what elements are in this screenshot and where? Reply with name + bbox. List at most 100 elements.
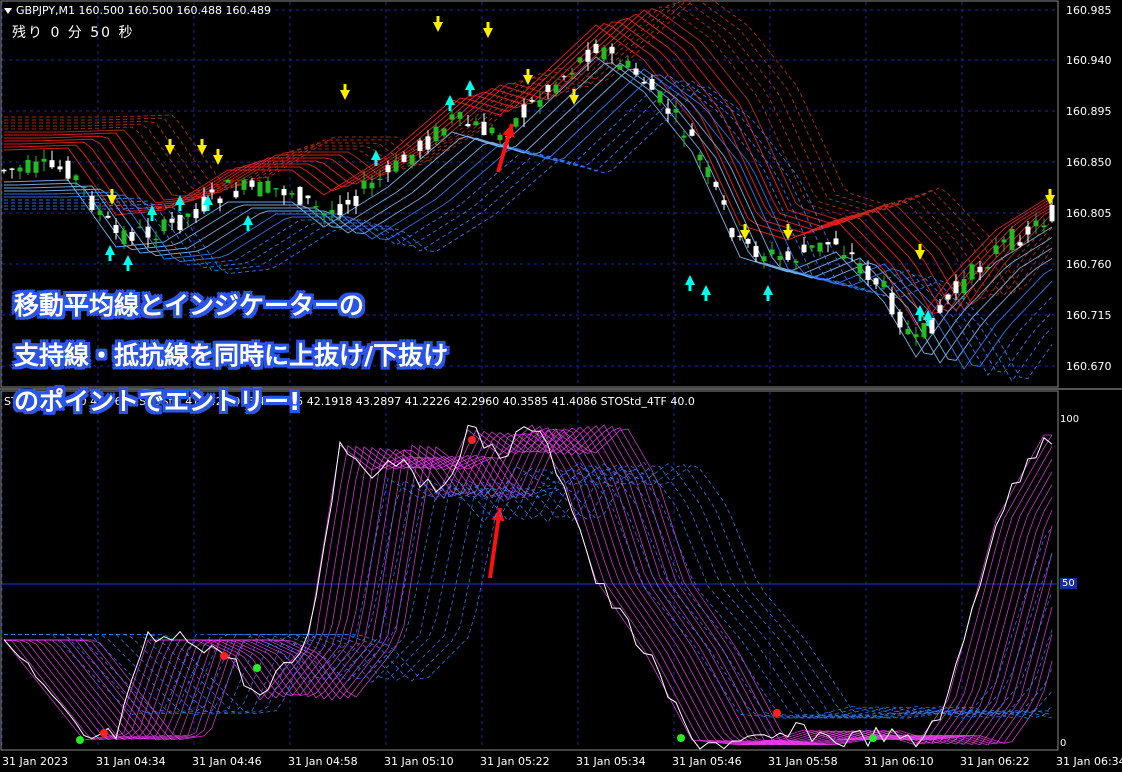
- ma-ribbon-blue: [4, 80, 1053, 373]
- candle-body: [241, 180, 247, 190]
- candle-body: [961, 279, 967, 294]
- stoch-fast-line: [4, 425, 1053, 746]
- candle-body: [289, 193, 295, 195]
- candle-body: [985, 266, 991, 269]
- candle-body: [793, 260, 799, 263]
- candle-body: [377, 178, 383, 181]
- candle-body: [945, 294, 951, 300]
- time-label: 31 Jan 06:10: [864, 755, 934, 768]
- candle-body: [137, 226, 143, 228]
- price-label: 160.670: [1066, 360, 1112, 373]
- candle-body: [825, 242, 831, 245]
- stoch-buy-dot: [253, 664, 261, 672]
- candle-body: [809, 245, 815, 248]
- candle-body: [665, 108, 671, 114]
- candle-body: [897, 311, 903, 328]
- buy-arrow-icon: [243, 215, 253, 231]
- candle-body: [513, 118, 519, 127]
- candle-body: [993, 245, 999, 254]
- candle-body: [1033, 220, 1039, 227]
- candle-body: [457, 112, 463, 119]
- price-label: 160.985: [1066, 4, 1112, 17]
- candle-body: [537, 100, 543, 107]
- time-label: 31 Jan 04:46: [192, 755, 262, 768]
- sell-arrow-icon: [213, 149, 223, 165]
- sell-arrow-icon: [197, 139, 207, 155]
- candle-body: [465, 124, 471, 127]
- candle-body: [833, 238, 839, 245]
- candle-body: [73, 175, 79, 181]
- ma-ribbon-red: [4, 0, 1053, 297]
- candle-body: [481, 121, 487, 136]
- candle-body: [233, 190, 239, 198]
- candle-body: [729, 228, 735, 238]
- candle-body: [17, 167, 23, 172]
- candle-body: [49, 160, 55, 168]
- stoch-fast-line: [4, 428, 1053, 746]
- candle-body: [353, 195, 359, 206]
- dropdown-triangle-icon[interactable]: [4, 8, 12, 14]
- candle-body: [393, 160, 399, 172]
- buy-arrow-icon: [465, 80, 475, 96]
- stoch-buy-dot: [76, 736, 84, 744]
- candle-body: [1041, 225, 1047, 228]
- price-label: 160.940: [1066, 54, 1112, 67]
- candle-body: [937, 305, 943, 313]
- stoch-slow-line: [4, 461, 1053, 719]
- sell-arrow-icon: [165, 139, 175, 155]
- candle-body: [497, 134, 503, 141]
- candle-body: [1, 169, 7, 172]
- time-label: 31 Jan 06:22: [960, 755, 1030, 768]
- stoch-slow-line: [4, 465, 1053, 719]
- candle-body: [545, 85, 551, 92]
- time-label: 31 Jan 05:22: [480, 755, 550, 768]
- buy-arrow-icon: [105, 245, 115, 261]
- ma-ribbon-blue: [4, 74, 1053, 376]
- time-label: 31 Jan 2023: [2, 755, 68, 768]
- price-label: 160.805: [1066, 207, 1112, 220]
- candle-body: [265, 180, 271, 193]
- candle-body: [89, 195, 95, 210]
- candle-body: [441, 128, 447, 136]
- stoch-fast-line: [4, 429, 1053, 745]
- time-label: 31 Jan 04:58: [288, 755, 358, 768]
- candle-body: [1025, 226, 1031, 235]
- candle-body: [529, 100, 535, 102]
- candle-body: [161, 219, 167, 232]
- candle-body: [817, 242, 823, 252]
- candle-body: [873, 278, 879, 285]
- sell-arrow-icon: [483, 22, 493, 38]
- price-label: 160.850: [1066, 156, 1112, 169]
- candle-body: [33, 161, 39, 173]
- candle-body: [601, 47, 607, 60]
- sell-arrow-icon: [107, 189, 117, 205]
- candle-body: [977, 266, 983, 273]
- candle-body: [681, 135, 687, 138]
- candle-body: [361, 180, 367, 189]
- time-label: 31 Jan 04:34: [96, 755, 166, 768]
- candle-body: [177, 214, 183, 231]
- chart-header: GBPJPY,M1 160.500 160.500 160.488 160.48…: [4, 4, 271, 17]
- indicator-pane-frame: [0, 390, 1059, 751]
- candle-body: [585, 49, 591, 62]
- candle-body: [369, 182, 375, 189]
- stoch-sell-dot: [220, 652, 228, 660]
- bar-countdown: 残り 0 分 50 秒: [12, 25, 135, 41]
- stoch-fast-line: [4, 425, 1053, 746]
- candle-body: [857, 263, 863, 274]
- candle-body: [313, 206, 319, 208]
- candle-body: [249, 180, 255, 187]
- stoch-fast-line: [4, 427, 1053, 746]
- candle-body: [553, 84, 559, 93]
- candle-body: [329, 209, 335, 214]
- sell-arrow-icon: [523, 69, 533, 85]
- candle-body: [9, 168, 15, 170]
- sell-arrow-icon: [1045, 189, 1055, 205]
- candle-body: [777, 255, 783, 261]
- candle-body: [721, 200, 727, 205]
- stoch-fast-line: [4, 427, 1053, 746]
- candle-body: [425, 136, 431, 150]
- candle-body: [281, 188, 287, 196]
- candle-body: [849, 252, 855, 255]
- stoch-main-line: [3, 424, 1053, 750]
